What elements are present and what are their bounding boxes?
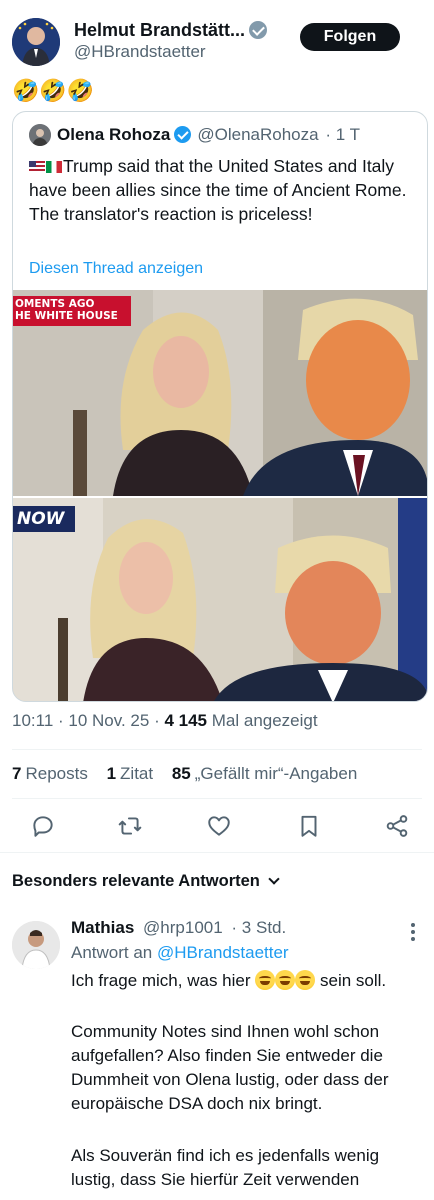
quotes-count: 1 <box>106 764 117 783</box>
quoted-post[interactable]: Olena Rohoza @OlenaRohoza · 1 T Trump sai… <box>12 111 428 702</box>
reply-paragraph-2: Community Notes sind Ihnen wohl schon au… <box>71 1022 389 1113</box>
like-button[interactable] <box>206 813 234 841</box>
joy-emoji-icon <box>255 970 276 990</box>
bookmark-button[interactable] <box>296 813 324 841</box>
reply-button[interactable] <box>30 813 58 841</box>
author-name-text: Helmut Brandstätt... <box>74 20 246 40</box>
reply-time: · 3 Std. <box>231 918 287 937</box>
reply-to-mention[interactable]: @HBrandstaetter <box>157 943 289 962</box>
more-vertical-icon <box>411 923 415 941</box>
author-name[interactable]: Helmut Brandstätt... <box>74 20 268 41</box>
reply-author-name[interactable]: Mathias <box>71 918 134 937</box>
quoted-author-name[interactable]: Olena Rohoza <box>57 125 170 144</box>
post-stats: 7 Reposts 1 Zitat 85 „Gefällt mir“-Angaben <box>12 764 357 784</box>
views-label: Mal angezeigt <box>211 711 318 730</box>
reply-author-avatar[interactable] <box>12 921 60 969</box>
reply-author-line: Mathias @hrp1001 · 3 Std. <box>71 918 286 938</box>
reply-icon <box>33 816 53 837</box>
replies-section-title: Besonders relevante Antworten <box>12 872 260 890</box>
joy-emoji-icon <box>275 970 296 990</box>
quotes-label: Zitat <box>120 764 154 783</box>
post-meta: 10:11 · 10 Nov. 25 · 4 145 Mal angezeigt <box>12 711 318 731</box>
views-count: 4 145 <box>164 711 208 730</box>
replies-sort-dropdown[interactable]: Besonders relevante Antworten <box>12 872 280 891</box>
reply-to-line: Antwort an @HBrandstaetter <box>71 943 289 963</box>
author-handle[interactable]: @HBrandstaetter <box>74 42 206 62</box>
divider <box>12 798 422 799</box>
repost-icon <box>118 817 142 835</box>
media-caption-now: NOW <box>17 509 65 529</box>
quoted-post-text: Trump said that the United States and It… <box>29 154 409 226</box>
bookmark-icon <box>301 815 317 837</box>
likes-stat[interactable]: 85 „Gefällt mir“-Angaben <box>172 764 357 783</box>
quoted-author-line: Olena Rohoza @OlenaRohoza · 1 T <box>57 125 360 145</box>
verified-badge-icon <box>174 126 192 143</box>
follow-button[interactable]: Folgen <box>300 23 400 51</box>
reply-line1-before: Ich frage mich, was hier <box>71 971 251 990</box>
verified-badge-icon <box>249 21 268 39</box>
italy-flag-icon <box>46 161 62 173</box>
chevron-down-icon <box>268 873 280 885</box>
reposts-label: Reposts <box>25 764 88 783</box>
reply-line1-after: sein soll. <box>319 971 387 990</box>
divider <box>0 852 434 853</box>
quoted-author-handle[interactable]: @OlenaRohoza <box>197 125 318 144</box>
reposts-stat[interactable]: 7 Reposts <box>12 764 88 783</box>
joy-emoji-icon <box>295 970 316 990</box>
like-icon <box>208 816 230 836</box>
repost-button[interactable] <box>117 813 145 841</box>
media-image-top[interactable]: OMENTS AGO HE WHITE HOUSE <box>13 290 427 496</box>
media-caption-line2: HE WHITE HOUSE <box>15 310 118 322</box>
author-avatar[interactable] <box>12 18 60 66</box>
reply-text-line1: Ich frage mich, was hier sein soll. <box>71 969 427 993</box>
quoted-post-body: Trump said that the United States and It… <box>29 156 407 224</box>
post-text: 🤣🤣🤣 <box>12 78 95 103</box>
reply-paragraph-3: Als Souverän find ich es jedenfalls weni… <box>71 1146 380 1189</box>
likes-count: 85 <box>171 764 191 783</box>
quoted-post-time: · 1 T <box>325 125 360 144</box>
likes-label: „Gefällt mir“-Angaben <box>194 764 358 783</box>
post-timestamp[interactable]: 10:11 · 10 Nov. 25 · <box>12 711 160 730</box>
more-options-button[interactable] <box>410 922 416 947</box>
show-thread-link[interactable]: Diesen Thread anzeigen <box>29 260 203 278</box>
reposts-count: 7 <box>12 764 22 783</box>
quotes-stat[interactable]: 1 Zitat <box>107 764 154 783</box>
media-caption-line1: OMENTS AGO <box>15 298 95 310</box>
share-icon <box>386 815 408 837</box>
quoted-author-avatar[interactable] <box>29 124 51 146</box>
divider <box>12 749 422 750</box>
share-button[interactable] <box>384 813 412 841</box>
reply-to-label: Antwort an <box>71 943 153 962</box>
media-image-bottom[interactable]: NOW <box>13 498 427 701</box>
reply-author-handle[interactable]: @hrp1001 <box>143 918 223 937</box>
us-flag-icon <box>29 161 45 173</box>
